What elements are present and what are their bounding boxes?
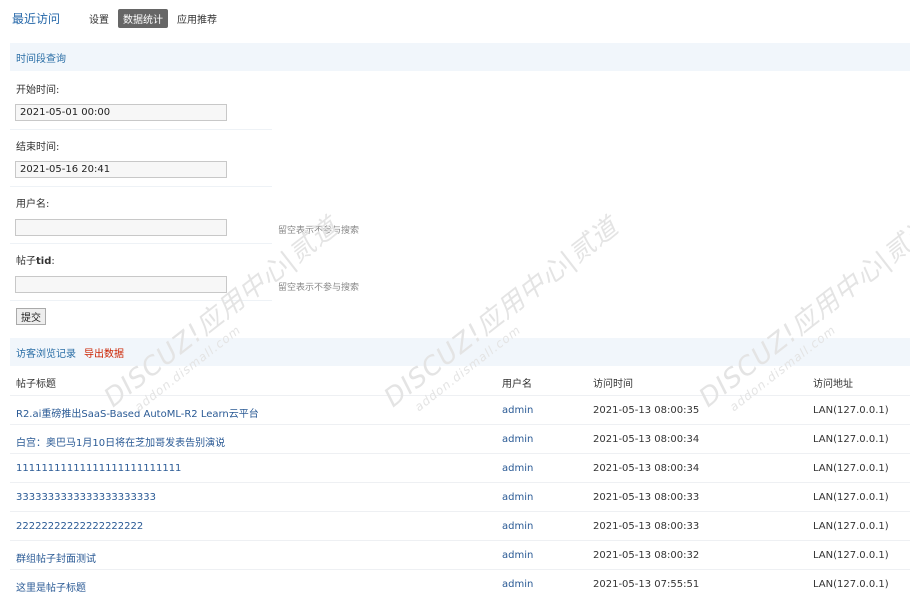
visit-time: 2021-05-13 08:00:33 <box>593 492 700 503</box>
username-link[interactable]: admin <box>502 521 533 532</box>
table-row: 白宫：奥巴马1月10日将在芝加哥发表告别演说 admin 2021-05-13 08… <box>10 424 910 454</box>
visit-address: LAN(127.0.0.1) <box>813 579 889 590</box>
divider <box>10 186 272 187</box>
post-title-link[interactable]: 群组帖子封面测试 <box>16 550 96 565</box>
username-link[interactable]: admin <box>502 405 533 416</box>
visit-time: 2021-05-13 08:00:35 <box>593 405 700 416</box>
column-header-username: 用户名 <box>502 379 532 390</box>
end-time-input[interactable] <box>15 161 227 178</box>
username-link[interactable]: admin <box>502 463 533 474</box>
post-title-link[interactable]: 白宫：奥巴马1月10日将在芝加哥发表告别演说 <box>16 434 225 449</box>
query-section-header: 时间段查询 <box>10 43 910 71</box>
visit-address: LAN(127.0.0.1) <box>813 405 889 416</box>
post-title-link[interactable]: 22222222222222222222 <box>16 521 143 532</box>
username-label: 用户名: <box>16 199 50 210</box>
post-title-link[interactable]: 11111111111111111111111111 <box>16 463 181 474</box>
table-row: 3333333333333333333333 admin 2021-05-13 08… <box>10 482 910 512</box>
tab-settings[interactable]: 设置 <box>84 9 114 28</box>
column-header-title: 帖子标题 <box>16 379 56 390</box>
visit-time: 2021-05-13 07:55:51 <box>593 579 700 590</box>
tab-statistics[interactable]: 数据统计 <box>118 8 169 28</box>
tab-app-recommend[interactable]: 应用推荐 <box>172 9 222 28</box>
visit-time: 2021-05-13 08:00:34 <box>593 434 700 445</box>
end-time-label: 结束时间: <box>16 142 60 153</box>
column-header-address: 访问地址 <box>813 379 853 390</box>
username-link[interactable]: admin <box>502 579 533 590</box>
start-time-label: 开始时间: <box>16 85 60 96</box>
visit-address: LAN(127.0.0.1) <box>813 463 889 474</box>
visit-address: LAN(127.0.0.1) <box>813 550 889 561</box>
table-row: 11111111111111111111111111 admin 2021-05-1… <box>10 453 910 483</box>
visit-time: 2021-05-13 08:00:32 <box>593 550 700 561</box>
visit-time: 2021-05-13 08:00:34 <box>593 463 700 474</box>
visit-address: LAN(127.0.0.1) <box>813 521 889 532</box>
table-row: 群组帖子封面测试 admin 2021-05-13 08:00:32 LAN(127.… <box>10 540 910 570</box>
visit-time: 2021-05-13 08:00:33 <box>593 521 700 532</box>
divider <box>10 243 272 244</box>
column-header-time: 访问时间 <box>593 379 633 390</box>
post-title-link[interactable]: 3333333333333333333333 <box>16 492 156 503</box>
username-link[interactable]: admin <box>502 550 533 561</box>
username-input[interactable] <box>15 219 227 236</box>
post-title-link[interactable]: 这里是帖子标题 <box>16 579 86 594</box>
username-link[interactable]: admin <box>502 434 533 445</box>
tid-input[interactable] <box>15 276 227 293</box>
query-heading: 时间段查询 <box>16 53 66 65</box>
watermark: DISCUZ!应用中心|贰道 addon.dismall.com <box>693 212 910 415</box>
watermark: DISCUZ!应用中心|贰道 addon.dismall.com <box>98 212 345 415</box>
visit-address: LAN(127.0.0.1) <box>813 434 889 445</box>
divider <box>10 129 272 130</box>
start-time-input[interactable] <box>15 104 227 121</box>
table-row: 22222222222222222222 admin 2021-05-13 08:0… <box>10 511 910 541</box>
tid-label: 帖子tid: <box>16 256 55 267</box>
visit-address: LAN(127.0.0.1) <box>813 492 889 503</box>
submit-button[interactable]: 提交 <box>16 308 46 325</box>
watermark: DISCUZ!应用中心|贰道 addon.dismall.com <box>378 212 625 415</box>
records-heading: 访客浏览记录 <box>16 348 76 360</box>
export-data-link[interactable]: 导出数据 <box>84 345 124 360</box>
top-nav: 最近访问 设置 数据统计 应用推荐 <box>12 8 226 28</box>
page-title[interactable]: 最近访问 <box>12 10 60 27</box>
username-link[interactable]: admin <box>502 492 533 503</box>
